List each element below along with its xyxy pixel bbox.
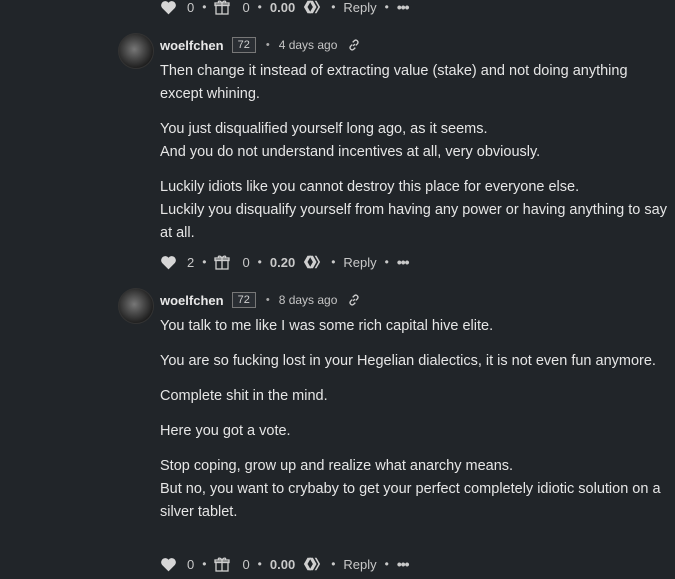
reputation-badge: 72 <box>231 37 256 53</box>
hive-logo-icon <box>303 0 321 15</box>
upvote-heart-icon[interactable] <box>160 0 177 15</box>
separator-dot: • <box>384 0 389 14</box>
separator-dot: • <box>384 557 389 571</box>
more-options-button[interactable]: ••• <box>397 0 410 15</box>
reply-button[interactable]: Reply <box>343 255 376 270</box>
comment-body: You talk to me like I was some rich capi… <box>160 315 670 524</box>
upvote-heart-icon[interactable] <box>160 255 177 270</box>
gift-count: 0 <box>242 556 250 572</box>
comment-paragraph: And you do not understand incentives at … <box>160 144 541 160</box>
vote-count: 0 <box>187 556 195 572</box>
comment-paragraph: Complete shit in the mind. <box>160 388 328 404</box>
action-bar: 0 • 0 • 0.00 • Reply • ••• <box>160 554 410 574</box>
payout-value[interactable]: 0.00 <box>270 0 295 15</box>
author-name[interactable]: woelfchen <box>160 293 224 308</box>
upvote-heart-icon[interactable] <box>160 557 177 572</box>
avatar[interactable] <box>118 288 154 324</box>
comment-paragraph: Luckily idiots like you cannot destroy t… <box>160 179 580 195</box>
hive-logo-icon <box>303 556 321 572</box>
gift-count: 0 <box>242 0 250 15</box>
timestamp-link[interactable]: 4 days ago <box>279 38 338 52</box>
separator-dot: • <box>257 0 262 14</box>
separator-dot: • <box>257 255 262 269</box>
gift-icon[interactable] <box>214 254 231 270</box>
payout-value[interactable]: 0.00 <box>270 557 295 572</box>
separator-dot: • <box>331 255 336 269</box>
comment-paragraph: You just disqualified yourself long ago,… <box>160 121 488 137</box>
separator-dot: • <box>265 294 270 306</box>
timestamp-link[interactable]: 8 days ago <box>279 293 338 307</box>
comment-paragraph: Stop coping, grow up and realize what an… <box>160 458 514 474</box>
separator-dot: • <box>331 0 336 14</box>
hive-logo-icon <box>303 254 321 270</box>
payout-value[interactable]: 0.20 <box>270 255 295 270</box>
separator-dot: • <box>384 255 389 269</box>
action-bar: 2 • 0 • 0.20 • Reply • ••• <box>160 252 410 272</box>
comment-paragraph: You talk to me like I was some rich capi… <box>160 318 494 334</box>
separator-dot: • <box>202 255 207 269</box>
separator-dot: • <box>257 557 262 571</box>
separator-dot: • <box>331 557 336 571</box>
reputation-badge: 72 <box>231 292 256 308</box>
comment-paragraph: Luckily you disqualify yourself from hav… <box>160 202 667 241</box>
separator-dot: • <box>202 557 207 571</box>
more-options-button[interactable]: ••• <box>397 254 410 270</box>
reply-button[interactable]: Reply <box>343 557 376 572</box>
vote-count: 0 <box>187 0 195 15</box>
comment-paragraph: Here you got a vote. <box>160 423 291 439</box>
comment-paragraph: But no, you want to crybaby to get your … <box>160 481 661 520</box>
comment-header: woelfchen 72 • 4 days ago <box>160 35 361 55</box>
separator-dot: • <box>265 39 270 51</box>
gift-count: 0 <box>242 254 250 270</box>
comment-header: woelfchen 72 • 8 days ago <box>160 290 361 310</box>
reply-button[interactable]: Reply <box>343 0 376 15</box>
action-bar: 0 • 0 • 0.00 • Reply • ••• <box>160 0 410 17</box>
permalink-icon[interactable] <box>347 293 361 307</box>
separator-dot: • <box>202 0 207 14</box>
comment-body: Then change it instead of extracting val… <box>160 60 670 245</box>
comment-paragraph: Then change it instead of extracting val… <box>160 63 628 102</box>
avatar[interactable] <box>118 33 154 69</box>
gift-icon[interactable] <box>214 556 231 572</box>
more-options-button[interactable]: ••• <box>397 556 410 572</box>
author-name[interactable]: woelfchen <box>160 38 224 53</box>
gift-icon[interactable] <box>214 0 231 15</box>
permalink-icon[interactable] <box>347 38 361 52</box>
comment-paragraph: You are so fucking lost in your Hegelian… <box>160 353 656 369</box>
vote-count: 2 <box>187 254 195 270</box>
